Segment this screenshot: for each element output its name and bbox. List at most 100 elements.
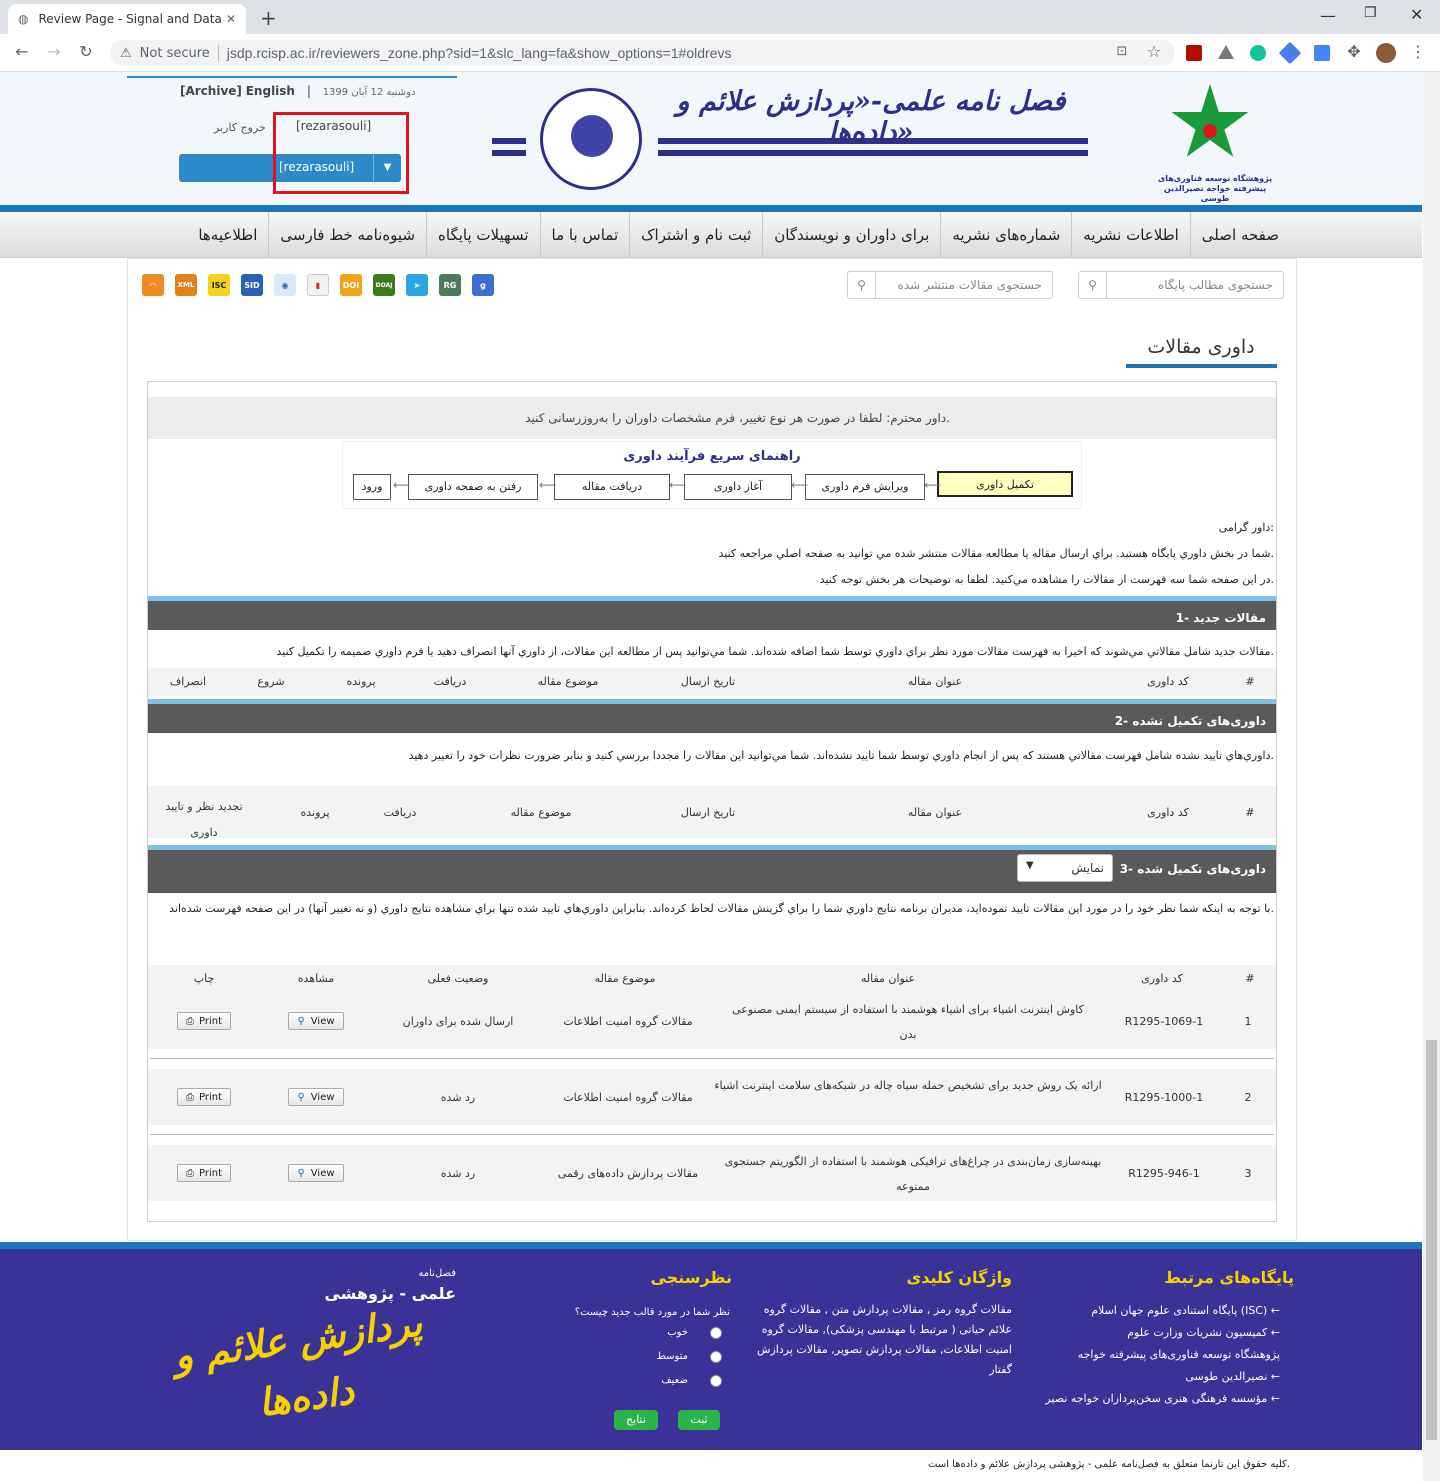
nav-item-reviewers-authors[interactable]: برای داوران و نویسندگان — [762, 212, 940, 258]
nav-item-announcements[interactable]: اطلاعیه‌ها — [187, 212, 268, 258]
star-icon[interactable]: ☆ — [1142, 42, 1166, 61]
view-label: View — [310, 1167, 335, 1179]
isc-icon[interactable]: ISC — [208, 274, 230, 296]
related-link-3[interactable]: پژوهشگاه توسعه فناوری‌های پیشرفته خواجه … — [1030, 1344, 1280, 1388]
url-text: jsdp.rcisp.ac.ir/reviewers_zone.php?sid=… — [226, 45, 732, 61]
researchgate-icon[interactable]: RG — [439, 274, 461, 296]
poll-submit-button[interactable]: ثبت — [678, 1410, 720, 1430]
reload-icon[interactable]: ↻ — [74, 42, 98, 61]
print-button[interactable]: ⎙ Print — [177, 1088, 231, 1106]
arrow-icon: ⟵ — [791, 478, 809, 492]
row-number: 1 — [1244, 1015, 1252, 1028]
minimize-icon[interactable]: — — [1320, 6, 1336, 25]
sid-icon[interactable]: SID — [241, 274, 263, 296]
drive-extension-icon[interactable] — [1218, 45, 1234, 59]
col-view: مشاهده — [297, 972, 335, 985]
nav-item-home[interactable]: صفحه اصلی — [1189, 212, 1290, 258]
telegram-icon[interactable]: ➤ — [406, 274, 428, 296]
org-dot-icon — [1203, 124, 1217, 138]
link-icons: ◠ XML ISC SID ◉ ▮ DOI DOAJ ➤ RG g — [142, 274, 494, 296]
separator: | — [306, 84, 311, 98]
browser-tab[interactable]: ◍ Review Page - Signal and Data Pr ✕ — [8, 4, 246, 34]
eye-icon[interactable]: ◉ — [274, 274, 296, 296]
nav-item-contact[interactable]: تماس با ما — [539, 212, 630, 258]
nav-item-issues[interactable]: شماره‌های نشریه — [940, 212, 1071, 258]
articles-search[interactable]: جستجوی مقالات منتشر شده ⚲ — [847, 271, 1053, 299]
col-print: چاپ — [193, 972, 215, 985]
keywords-text[interactable]: مقالات گروه رمز , مقالات پردازش متن , مق… — [756, 1300, 1012, 1380]
english-link[interactable]: English — [246, 84, 295, 98]
row-title[interactable]: ارائه یک روش جدید برای تشخیص حمله سیاه چ… — [708, 1073, 1108, 1098]
new-tab-icon[interactable]: + — [260, 6, 277, 30]
doaj-icon[interactable]: DOAJ — [373, 274, 395, 296]
guide-step-start: آغاز داوری — [684, 474, 792, 500]
pdf-extension-icon[interactable] — [1186, 45, 1202, 61]
search-icon: ⚲ — [297, 1091, 305, 1103]
print-button[interactable]: ⎙ Print — [177, 1164, 231, 1182]
restore-icon[interactable]: ❐ — [1364, 5, 1377, 21]
col-number: # — [1245, 972, 1255, 985]
table-row: 3 R1295-946-1 بهینه‌سازی زمان‌بندی در چر… — [148, 1145, 1276, 1201]
section2-desc: داوري‌هاي تاييد نشده شامل فهرست مقالاتي … — [408, 749, 1274, 762]
menu-icon[interactable]: ⋮ — [1406, 42, 1430, 61]
grammarly-icon[interactable] — [1250, 45, 1266, 61]
related-link-2[interactable]: کمیسیون نشریات وزارت علوم ← — [1030, 1322, 1280, 1344]
related-label: پایگاه استنادی علوم جهان اسلام (ISC) — [1091, 1304, 1268, 1317]
book-icon[interactable]: ▮ — [307, 274, 329, 296]
scrollbar-thumb[interactable] — [1426, 1040, 1437, 1440]
journal-seal — [540, 88, 642, 190]
archive-link[interactable]: [Archive] — [180, 84, 242, 98]
google-translate-icon[interactable] — [1314, 45, 1330, 61]
related-link-4[interactable]: مؤسسه فرهنگی هنری سخن‌پردازان خواجه نصیر… — [1030, 1388, 1280, 1410]
col-code: كد داوری — [1147, 806, 1189, 819]
print-button[interactable]: ⎙ Print — [177, 1012, 231, 1030]
view-button[interactable]: ⚲ View — [288, 1012, 344, 1030]
puzzle-icon[interactable]: ✥ — [1342, 42, 1366, 61]
intro-line1: شما در بخش داوري پايگاه هستيد. براي ارسا… — [718, 547, 1274, 560]
col-title: عنوان مقاله — [907, 675, 963, 688]
poll-option-good-radio[interactable] — [710, 1327, 722, 1339]
header-blue-bar — [0, 205, 1422, 212]
site-search[interactable]: جستجوی مطالب پایگاه ⚲ — [1078, 271, 1284, 299]
header-accent-line — [127, 76, 457, 78]
row-title[interactable]: کاوش اینترنت اشیاء برای اشیاء هوشمند با … — [728, 997, 1088, 1047]
poll-results-button[interactable]: نتایج — [614, 1410, 658, 1430]
forward-icon[interactable]: → — [42, 42, 66, 61]
logout-link[interactable]: خروج کاربر — [214, 121, 266, 134]
poll-option-medium-radio[interactable] — [710, 1351, 722, 1363]
col-number: # — [1245, 675, 1255, 688]
nav-item-persian-guide[interactable]: شیوه‌نامه خط فارسی — [268, 212, 426, 258]
translate-icon[interactable]: ⊡ — [1110, 44, 1134, 59]
section2-header: 2- داوری‌های تکمیل نشده — [148, 699, 1276, 733]
page-title: داوری مقالات — [1147, 336, 1255, 358]
col-receive: دريافت — [433, 675, 467, 688]
doi-icon[interactable]: DOI — [340, 274, 362, 296]
poll-option-weak-radio[interactable] — [710, 1375, 722, 1387]
printer-icon: ⎙ — [185, 1091, 194, 1103]
printer-icon: ⎙ — [185, 1015, 194, 1027]
google-scholar-icon[interactable]: g — [472, 274, 494, 296]
row-number: 2 — [1244, 1091, 1252, 1104]
section3-select[interactable]: نمایش ▼ — [1017, 854, 1113, 882]
row-title[interactable]: بهینه‌سازی زمان‌بندی در چراغ‌های ترافیکی… — [708, 1149, 1118, 1199]
close-window-icon[interactable]: ✕ — [1410, 5, 1423, 24]
rss-icon[interactable]: ◠ — [142, 274, 164, 296]
arrow-icon: ⟵ — [669, 478, 687, 492]
search-icon[interactable]: ⚲ — [1079, 272, 1107, 298]
search-icon: ⚲ — [297, 1015, 305, 1027]
back-icon[interactable]: ← — [10, 42, 34, 61]
xml-icon[interactable]: XML — [175, 274, 197, 296]
close-tab-icon[interactable]: ✕ — [226, 12, 236, 26]
table-row: 2 R1295-1000-1 ارائه یک روش جدید برای تش… — [148, 1069, 1276, 1125]
nav-item-journal-info[interactable]: اطلاعات نشریه — [1071, 212, 1190, 258]
related-link-1[interactable]: پایگاه استنادی علوم جهان اسلام (ISC) ← — [1030, 1300, 1280, 1322]
avatar[interactable] — [1376, 43, 1396, 63]
view-button[interactable]: ⚲ View — [288, 1088, 344, 1106]
nav-item-facilities[interactable]: تسهیلات پایگاه — [426, 212, 539, 258]
nav-item-register[interactable]: ثبت نام و اشتراک — [629, 212, 762, 258]
address-bar[interactable]: ⚠ Not secure jsdp.rcisp.ac.ir/reviewers_… — [110, 40, 1175, 66]
row-subject: مقالات گروه امنیت اطلاعات — [563, 1091, 693, 1104]
search-icon[interactable]: ⚲ — [848, 272, 876, 298]
view-button[interactable]: ⚲ View — [288, 1164, 344, 1182]
col-subject: موضوع مقاله — [510, 806, 572, 819]
